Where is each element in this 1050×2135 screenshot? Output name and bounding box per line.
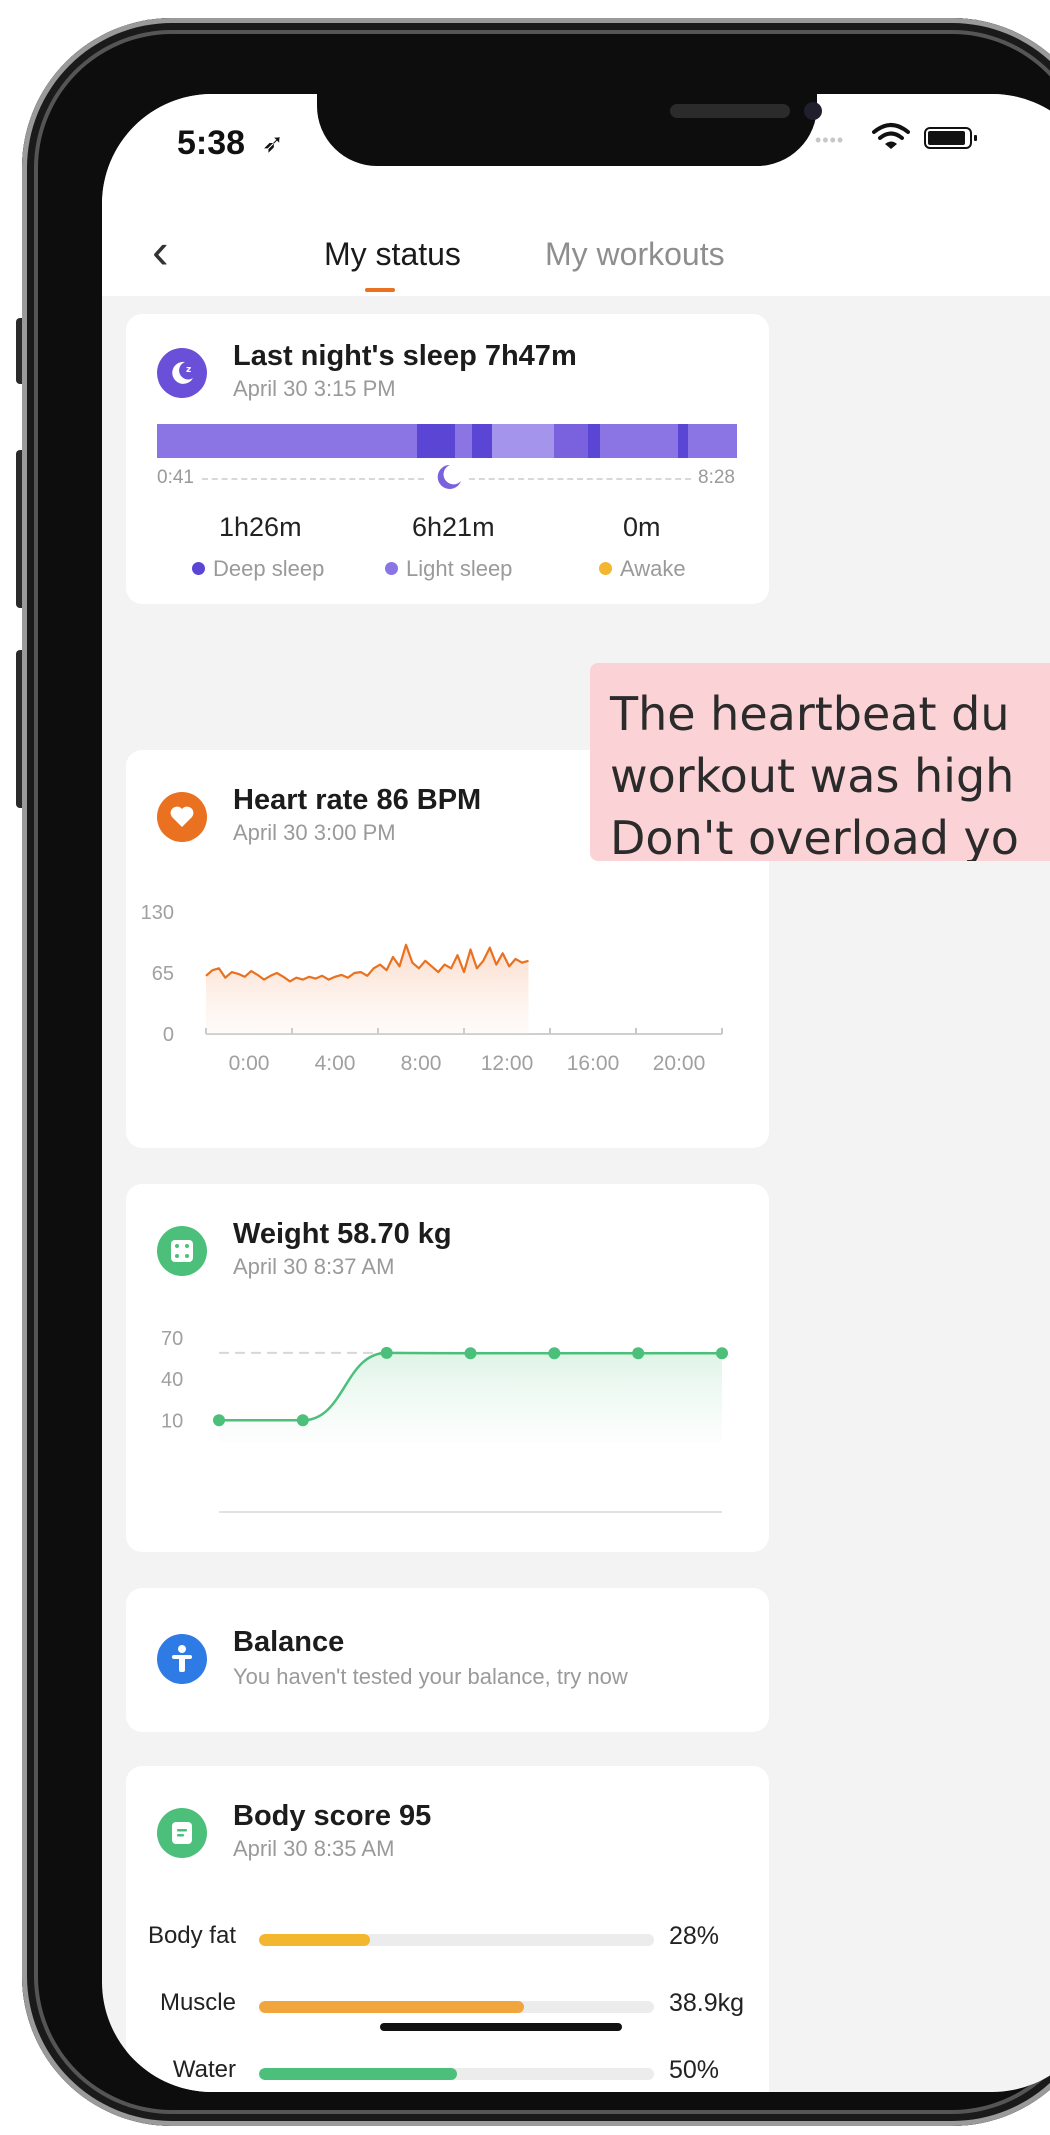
tooltip-line: Don't overload yo (610, 811, 1019, 861)
x-tick-label: 4:00 (315, 1052, 356, 1075)
body-metric-value: 50% (669, 2056, 720, 2084)
weight-chart: 70 40 10 (161, 1328, 728, 1513)
weight-point (464, 1347, 477, 1360)
tab-my-workouts[interactable]: My workouts (545, 236, 725, 273)
body-metric-bar (259, 2068, 654, 2080)
sleep-title: Last night's sleep 7h47m (233, 340, 577, 372)
notch (317, 94, 822, 166)
tooltip-line: workout was high (610, 749, 1015, 803)
timeline-dash (202, 478, 424, 480)
legend-dot (192, 561, 205, 575)
body-metric-label: Muscle (159, 1989, 236, 2016)
body-metric-label: Water (172, 2056, 236, 2083)
battery-icon (924, 127, 977, 149)
body-metric-value: 28% (669, 1922, 720, 1950)
active-tab-indicator (365, 288, 395, 292)
sleep-start-time: 0:41 (157, 467, 194, 488)
legend-awake: Awake (599, 556, 686, 582)
balance-card[interactable]: Balance You haven't tested your balance,… (126, 1588, 769, 1732)
body-metric-value: 38.9kg (669, 1989, 745, 2017)
sleep-date: April 30 3:15 PM (233, 376, 396, 401)
heart-icon (157, 792, 207, 842)
deep-sleep-segment (472, 424, 492, 458)
legend-awake-label: Awake (620, 556, 686, 581)
body-score-title: Body score 95 (233, 1800, 432, 1832)
weight-date: April 30 8:37 AM (233, 1254, 395, 1279)
y-tick-label: 0 (163, 1024, 174, 1046)
phone-screen: 5:38 ➶ •••• ‹ My status My workouts z La… (102, 94, 1050, 2092)
x-tick-label: 12:00 (481, 1052, 534, 1075)
deep-sleep-segment (588, 424, 600, 458)
tooltip-line: The heartbeat du (610, 687, 1010, 741)
back-chevron-icon[interactable]: ‹ (152, 226, 169, 276)
y-tick-label: 10 (161, 1410, 183, 1432)
y-tick-label: 40 (161, 1369, 183, 1391)
legend-dot (599, 561, 612, 575)
location-arrow-icon: ➶ (262, 128, 284, 158)
body-score-card[interactable]: Body score 95 April 30 8:35 AM Body fat 2… (126, 1766, 769, 2092)
heart-rate-date: April 30 3:00 PM (233, 820, 396, 845)
y-tick-label: 70 (161, 1328, 183, 1350)
heart-rate-title: Heart rate 86 BPM (233, 784, 482, 816)
weight-title: Weight 58.70 kg (233, 1218, 452, 1250)
legend-deep-sleep-label: Deep sleep (213, 556, 325, 581)
deep-sleep-segment (417, 424, 455, 458)
home-indicator[interactable] (380, 2023, 622, 2031)
body-score-icon (157, 1808, 207, 1858)
x-tick-label: 16:00 (567, 1052, 620, 1075)
light-sleep-value: 6h21m (412, 512, 495, 542)
balance-person-icon (157, 1634, 207, 1684)
svg-text:z: z (186, 365, 191, 375)
body-metric-bar-fill (259, 2068, 457, 2080)
x-tick-label: 20:00 (653, 1052, 706, 1075)
tab-my-status[interactable]: My status (324, 236, 461, 273)
sleep-timeline-bar (157, 424, 737, 458)
light-sleep-segment (554, 424, 588, 458)
sleep-end-time: 8:28 (698, 467, 735, 488)
legend-light-sleep-label: Light sleep (406, 556, 513, 581)
weight-card[interactable]: Weight 58.70 kg April 30 8:37 AM 70 40 10 (126, 1184, 769, 1552)
weight-area (219, 1352, 722, 1442)
legend-deep-sleep: Deep sleep (192, 556, 324, 582)
sleep-moon-icon: z (157, 348, 207, 398)
body-score-date: April 30 8:35 AM (233, 1836, 395, 1861)
body-metric-bar-fill (259, 1934, 370, 1946)
heartbeat-warning-tooltip: The heartbeat du workout was high Don't … (590, 663, 1050, 861)
weight-point (213, 1414, 225, 1427)
front-camera (804, 102, 822, 120)
body-metric-bar (259, 2001, 654, 2013)
timeline-dash (469, 478, 691, 480)
weight-point (296, 1414, 309, 1427)
body-metric-bar-fill (259, 2001, 524, 2013)
deep-sleep-segment (678, 424, 688, 458)
body-metric-bar (259, 1934, 654, 1946)
light-sleep-segment (492, 424, 554, 458)
balance-title: Balance (233, 1626, 345, 1658)
heart-rate-chart: 130 65 0 0:00 4:00 8:00 12:00 16:00 20:00 (141, 902, 723, 1075)
scale-icon (157, 1226, 207, 1276)
weight-point (632, 1347, 645, 1360)
status-time: 5:38 (177, 124, 246, 162)
weight-point (716, 1347, 728, 1360)
awake-value: 0m (623, 512, 661, 542)
y-tick-label: 130 (141, 902, 174, 924)
signal-icon: •••• (815, 130, 845, 150)
speaker (670, 104, 790, 118)
y-tick-label: 65 (152, 963, 174, 985)
top-nav: ‹ My status My workouts (102, 214, 1050, 296)
sleep-card[interactable]: z Last night's sleep 7h47m April 30 3:15… (126, 314, 769, 604)
x-tick-label: 0:00 (229, 1052, 270, 1075)
heart-rate-area (206, 944, 529, 1034)
legend-dot (385, 561, 398, 575)
weight-point (548, 1347, 561, 1360)
body-metric-label: Body fat (147, 1922, 236, 1949)
wifi-icon (872, 123, 910, 149)
deep-sleep-value: 1h26m (219, 512, 302, 542)
legend-light-sleep: Light sleep (385, 556, 512, 582)
x-tick-label: 8:00 (401, 1052, 442, 1075)
balance-subtitle: You haven't tested your balance, try now (233, 1664, 628, 1689)
weight-point (380, 1346, 393, 1359)
moon-marker-icon (437, 464, 461, 489)
phone-frame: 5:38 ➶ •••• ‹ My status My workouts z La… (22, 18, 1050, 2126)
